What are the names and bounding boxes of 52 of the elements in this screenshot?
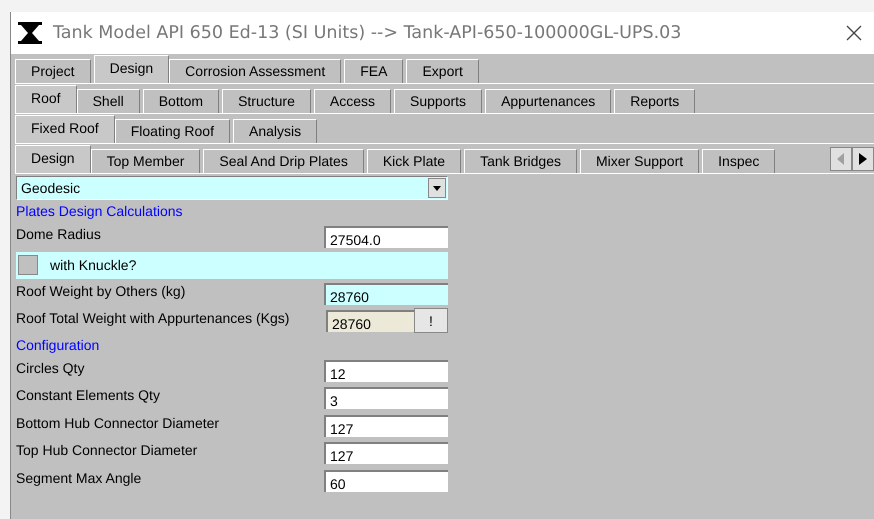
input-field[interactable]: 28760 — [326, 310, 414, 332]
checkbox-label: with Knuckle? — [50, 257, 136, 273]
checkbox[interactable] — [18, 255, 38, 275]
field-label: Top Hub Connector Diameter — [16, 442, 198, 458]
field-label: Bottom Hub Connector Diameter — [16, 414, 220, 430]
input-field[interactable]: 27504.0 — [324, 226, 448, 248]
tab[interactable]: Structure — [222, 89, 311, 113]
tab[interactable]: Project — [15, 59, 91, 83]
tab[interactable]: Reports — [614, 89, 696, 113]
tab[interactable]: Bottom — [142, 89, 220, 113]
tab[interactable]: Seal And Drip Plates — [203, 149, 364, 173]
input-field[interactable]: 12 — [324, 360, 448, 382]
window-title: Tank Model API 650 Ed-13 (SI Units) --> Tank-API-650-100000GL-UPS.03 — [53, 23, 682, 43]
tab[interactable]: Appurtenances — [485, 89, 612, 113]
app-logo-icon — [17, 21, 43, 45]
dropdown-arrow-icon — [433, 186, 441, 190]
tab[interactable]: Floating Roof — [114, 119, 230, 143]
tab[interactable]: Mixer Support — [580, 149, 700, 173]
tab[interactable]: Top Member — [90, 149, 200, 173]
tab[interactable]: Analysis — [232, 119, 318, 143]
field-label: Roof Weight by Others (kg) — [16, 282, 186, 298]
field-label: Circles Qty — [16, 360, 84, 376]
field-label: Segment Max Angle — [16, 470, 142, 486]
type-dropdown[interactable]: Geodesic — [16, 176, 448, 200]
tab[interactable]: FEA — [344, 59, 404, 83]
tab[interactable]: Roof — [15, 85, 77, 113]
tab[interactable]: Shell — [76, 89, 140, 113]
tab[interactable]: Corrosion Assessment — [169, 59, 342, 83]
tab[interactable]: Fixed Roof — [15, 115, 115, 143]
tab[interactable]: Supports — [394, 89, 482, 113]
field-label: Roof Total Weight with Appurtenances (Kgs) — [16, 310, 290, 326]
input-field[interactable]: 28760 — [324, 282, 448, 304]
close-icon[interactable] — [846, 25, 862, 41]
tab[interactable]: Design — [94, 55, 170, 83]
tab[interactable]: Access — [314, 89, 392, 113]
input-field[interactable]: 60 — [324, 470, 448, 492]
input-field[interactable]: 127 — [324, 442, 448, 464]
tab[interactable]: Tank Bridges — [464, 149, 577, 173]
tab[interactable]: Export — [406, 59, 479, 83]
left-arrow-icon — [837, 153, 845, 165]
input-field[interactable]: 3 — [324, 387, 448, 409]
section-heading: Plates Design Calculations — [16, 202, 184, 221]
input-field[interactable]: 127 — [324, 414, 448, 436]
field-label: Constant Elements Qty — [16, 387, 160, 403]
section-heading: Configuration — [16, 336, 100, 355]
tab[interactable]: Inspec — [702, 149, 776, 173]
scroll-right-button[interactable] — [852, 147, 874, 171]
tab[interactable]: Kick Plate — [366, 149, 462, 173]
field-label: Dome Radius — [16, 226, 101, 242]
right-arrow-icon — [859, 153, 867, 165]
calc-button[interactable]: ! — [414, 308, 448, 333]
tab[interactable]: Design — [15, 145, 91, 173]
